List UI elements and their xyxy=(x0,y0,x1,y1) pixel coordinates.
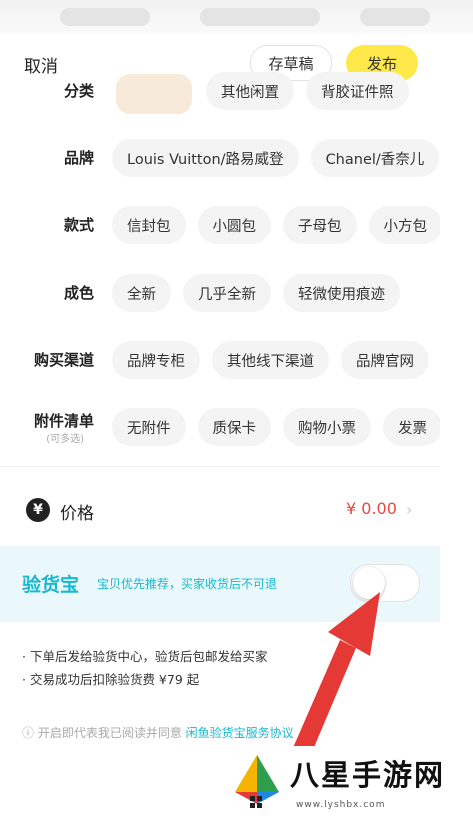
divider xyxy=(0,466,440,467)
option-chip[interactable]: Louis Vuitton/路易威登 xyxy=(112,139,299,177)
note-item: · 交易成功后扣除验货费 ¥79 起 xyxy=(22,672,200,687)
attribute-label: 成色 xyxy=(63,284,94,302)
price-row[interactable]: ¥ 价格 ¥ 0.00 › xyxy=(0,488,440,532)
note-item: · 下单后发给验货中心，验货后包邮发给买家 xyxy=(22,649,268,664)
option-chip[interactable]: 其他闲置 xyxy=(206,72,294,110)
option-chip[interactable]: 信封包 xyxy=(112,206,186,244)
watermark: 八星手游网 www.lyshbx.com xyxy=(222,746,473,818)
yen-circle-icon: ¥ xyxy=(26,498,50,522)
verification-description: 宝贝优先推荐，买家收货后不可退 xyxy=(97,577,278,591)
watermark-logo-icon xyxy=(235,755,279,808)
status-bar xyxy=(0,0,473,34)
attribute-row-brand: 品牌 Louis Vuitton/路易威登 Chanel/香奈儿 xyxy=(0,135,440,181)
agreement-link[interactable]: 闲鱼验货宝服务协议 xyxy=(186,726,294,740)
attribute-label: 款式 xyxy=(63,216,94,234)
price-value: ¥ 0.00 xyxy=(346,499,397,518)
info-icon: ⓘ xyxy=(22,726,38,740)
option-chip[interactable]: 购物小票 xyxy=(283,408,371,446)
option-chip[interactable]: Chanel/香奈儿 xyxy=(310,139,440,177)
option-chip[interactable]: 小方包 xyxy=(368,206,440,244)
price-label: 价格 xyxy=(60,504,94,524)
watermark-name: 八星手游网 xyxy=(290,758,446,792)
verification-panel: 验货宝 宝贝优先推荐，买家收货后不可退 xyxy=(0,546,440,622)
option-chip[interactable]: 几乎全新 xyxy=(183,274,271,312)
status-blur xyxy=(60,8,150,26)
verification-title: 验货宝 xyxy=(22,574,80,596)
attribute-row-accessories: 附件清单 (可多选) 无附件 质保卡 购物小票 发票 xyxy=(0,404,440,452)
verification-toggle[interactable] xyxy=(350,564,420,602)
toggle-knob xyxy=(353,567,385,599)
attribute-label: 分类 xyxy=(63,82,94,100)
agreement-prefix: 开启即代表我已阅读并同意 xyxy=(37,726,182,740)
attribute-label: 购买渠道 xyxy=(33,351,94,369)
option-chip[interactable]: 小圆包 xyxy=(197,206,271,244)
option-chip[interactable]: 轻微使用痕迹 xyxy=(283,274,400,312)
attribute-sublabel: (可多选) xyxy=(46,434,84,445)
option-chip[interactable]: 子母包 xyxy=(283,206,357,244)
option-chip[interactable]: 背胶证件照 xyxy=(306,72,409,110)
attribute-row-purchase-channel: 购买渠道 品牌专柜 其他线下渠道 品牌官网 xyxy=(0,337,440,383)
option-chip[interactable]: 品牌官网 xyxy=(341,341,429,379)
option-chip[interactable]: 全新 xyxy=(112,274,171,312)
status-blur xyxy=(360,8,430,26)
watermark-url: www.lyshbx.com xyxy=(296,800,386,810)
option-chip[interactable]: 无附件 xyxy=(112,408,186,446)
option-chip[interactable]: 品牌专柜 xyxy=(112,341,200,379)
status-blur xyxy=(200,8,320,26)
attribute-label: 附件清单 xyxy=(33,412,94,430)
chevron-right-icon: › xyxy=(406,500,413,519)
attribute-row-category: 分类 其他闲置 背胶证件照 xyxy=(0,68,440,114)
attribute-label: 品牌 xyxy=(63,149,94,167)
agreement-text: ⓘ 开启即代表我已阅读并同意 闲鱼验货宝服务协议 xyxy=(22,724,294,741)
option-chip[interactable]: 其他线下渠道 xyxy=(212,341,329,379)
option-chip[interactable]: 发票 xyxy=(383,408,440,446)
attribute-row-style: 款式 信封包 小圆包 子母包 小方包 xyxy=(0,202,440,248)
attribute-row-condition: 成色 全新 几乎全新 轻微使用痕迹 xyxy=(0,270,440,316)
option-chip[interactable]: 质保卡 xyxy=(197,408,271,446)
